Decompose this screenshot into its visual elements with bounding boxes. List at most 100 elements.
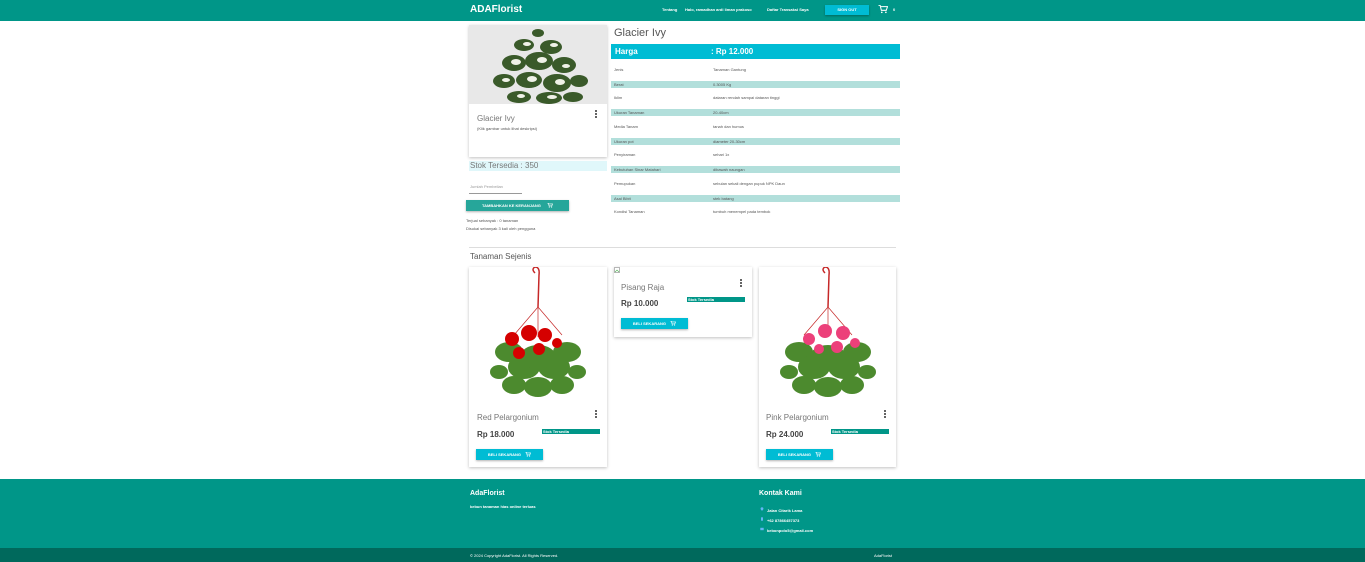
more-vert-icon[interactable]	[594, 410, 598, 418]
buy-now-button[interactable]: BELI SEKARANG	[621, 318, 688, 329]
spec-row: Berat 0.3005 Kg	[611, 81, 900, 88]
spec-value: tumbuh menempel pada tembok	[713, 209, 771, 214]
spec-row: Media Tanam tanah dan humus	[611, 123, 900, 130]
spec-key: Kondisi Tanaman	[614, 209, 645, 214]
spec-value: sebulan sekali dengan pupuk NPK Daun	[713, 181, 785, 186]
more-vert-icon[interactable]	[883, 410, 887, 418]
spec-key: Ukuran pot	[614, 139, 634, 144]
navbar: ADAFlorist Tentang Halo, ramadhan ardi l…	[0, 0, 1365, 21]
product-detail-title: Glacier Ivy	[614, 27, 666, 39]
quantity-input-underline[interactable]	[469, 193, 522, 194]
footer-tagline: kebun tanaman hias online terluas	[470, 504, 536, 509]
spec-key: Ukuran Tanaman	[614, 110, 645, 115]
add-to-cart-button[interactable]: TAMBAHKAN KE KERANJANG	[466, 200, 569, 211]
product-card-title: Glacier Ivy	[477, 114, 515, 123]
product-image-red-pelargonium[interactable]	[469, 267, 607, 405]
spec-row: Kebutuhan Sinar Matahari dibawah naungan	[611, 166, 900, 173]
spec-row: Asal Bibit stek batang	[611, 195, 900, 202]
footer-phone[interactable]: +62 87866457373	[767, 518, 799, 523]
sold-count: Terjual sebanyak : 0 tanaman	[466, 218, 519, 223]
spec-row: Ukuran pot diameter 20-30cm	[611, 138, 900, 145]
spec-value: Tanaman Gantung	[713, 67, 746, 72]
spec-value: dibawah naungan	[713, 167, 745, 172]
spec-row: Penyiraman sehari 1x	[611, 151, 900, 158]
product-image-pink-pelargonium[interactable]	[759, 267, 896, 405]
similar-plants-title: Tanaman Sejenis	[470, 252, 532, 261]
cart-count: 0	[893, 7, 896, 12]
nav-link-transactions[interactable]: Daftar Transaksi Saya	[767, 7, 809, 12]
similar-card-title: Red Pelargonium	[477, 413, 539, 422]
spec-value: sehari 1x	[713, 152, 730, 157]
spec-row: Jenis Tanaman Gantung	[611, 66, 900, 73]
similar-card-pisang-raja: Pisang Raja Rp 10.000 Stok Tersedia BELI…	[614, 267, 752, 337]
similar-card-price: Rp 24.000	[766, 430, 804, 439]
copyright-text: © 2024 Copyright AdaFlorist. All Rights …	[470, 553, 559, 558]
buy-now-label: BELI SEKARANG	[777, 452, 811, 457]
similar-card-title: Pink Pelargonium	[766, 413, 829, 422]
stock-badge: Stok Tersedia	[831, 429, 889, 434]
shopping-cart-icon	[670, 320, 677, 326]
spec-key: Jenis	[614, 67, 624, 72]
spec-key: Asal Bibit	[614, 196, 631, 201]
broken-image-icon[interactable]	[614, 267, 620, 273]
stock-badge: Stok Tersedia	[687, 297, 745, 302]
similar-card-price: Rp 10.000	[621, 299, 659, 308]
buy-now-label: BELI SEKARANG	[487, 452, 521, 457]
spec-row: Pemupukan sebulan sekali dengan pupuk NPK…	[611, 180, 900, 187]
spec-row: Kondisi Tanaman tumbuh menempel pada temb…	[611, 208, 900, 215]
stock-available: Stok Tersedia : 350	[469, 161, 607, 171]
spec-value: stek batang	[713, 196, 734, 201]
price-bar: Harga : Rp 12.000	[611, 44, 900, 59]
product-image-glacier-ivy[interactable]	[469, 25, 607, 104]
add-to-cart-label: TAMBAHKAN KE KERANJANG	[482, 203, 541, 208]
spec-row: Iklim dataran rendah sampai dataran tingg…	[611, 94, 900, 101]
similar-card-pink-pelargonium: Pink Pelargonium Rp 24.000 Stok Tersedia…	[759, 267, 896, 467]
buy-now-button[interactable]: BELI SEKARANG	[476, 449, 543, 460]
similar-card-red-pelargonium: Red Pelargonium Rp 18.000 Stok Tersedia …	[469, 267, 607, 467]
liked-count: Disukai sebanyak 3 kali oleh pengguna	[466, 226, 536, 231]
buy-now-label: BELI SEKARANG	[632, 321, 666, 326]
spec-key: Iklim	[614, 95, 623, 100]
sign-out-button[interactable]: SIGN OUT	[825, 5, 869, 15]
price-value: : Rp 12.000	[711, 47, 754, 56]
spec-value: 0.3005 Kg	[713, 82, 732, 87]
more-vert-icon[interactable]	[739, 279, 743, 287]
shopping-cart-icon	[525, 451, 532, 457]
spec-value: dataran rendah sampai dataran tinggi	[713, 95, 780, 100]
copyright-bar: © 2024 Copyright AdaFlorist. All Rights …	[0, 548, 1365, 562]
spec-key: Berat	[614, 82, 624, 87]
footer-contact-title: Kontak Kami	[759, 490, 802, 497]
product-card: Glacier Ivy (Klik gambar untuk lihat des…	[469, 25, 607, 157]
product-card-hint: (Klik gambar untuk lihat deskripsi)	[477, 126, 538, 131]
shopping-cart-icon	[815, 451, 822, 457]
brand-logo[interactable]: ADAFlorist	[470, 4, 522, 15]
location-icon	[760, 507, 764, 511]
spec-value: tanah dan humus	[713, 124, 744, 129]
spec-key: Kebutuhan Sinar Matahari	[614, 167, 661, 172]
section-divider	[469, 247, 896, 248]
shopping-cart-icon[interactable]	[878, 5, 888, 14]
buy-now-button[interactable]: BELI SEKARANG	[766, 449, 833, 460]
price-label: Harga	[615, 47, 638, 56]
shopping-cart-icon	[547, 202, 553, 208]
footer-email[interactable]: kebonpolo5@gmail.com	[767, 528, 813, 533]
email-icon	[760, 527, 764, 531]
spec-key: Media Tanam	[614, 124, 638, 129]
footer-address: Jalan Citarik Lama	[767, 508, 803, 513]
similar-card-title: Pisang Raja	[621, 283, 665, 292]
copyright-brand[interactable]: AdaFlorist	[874, 553, 892, 558]
spec-value: diameter 20-30cm	[713, 139, 746, 144]
nav-link-user-greeting[interactable]: Halo, ramadhan ardi liman prakoso	[685, 7, 752, 12]
similar-card-price: Rp 18.000	[477, 430, 515, 439]
phone-icon	[761, 517, 763, 521]
footer: AdaFlorist kebun tanaman hias online ter…	[0, 479, 1365, 548]
spec-row: Ukuran Tanaman 20-40cm	[611, 109, 900, 116]
spec-key: Pemupukan	[614, 181, 636, 186]
spec-key: Penyiraman	[614, 152, 636, 157]
stock-badge: Stok Tersedia	[542, 429, 600, 434]
quantity-label[interactable]: Jumlah Pembelian	[470, 184, 503, 189]
more-vert-icon[interactable]	[594, 110, 598, 118]
nav-link-tentang[interactable]: Tentang	[662, 7, 677, 12]
spec-value: 20-40cm	[713, 110, 729, 115]
footer-brand: AdaFlorist	[470, 490, 505, 497]
